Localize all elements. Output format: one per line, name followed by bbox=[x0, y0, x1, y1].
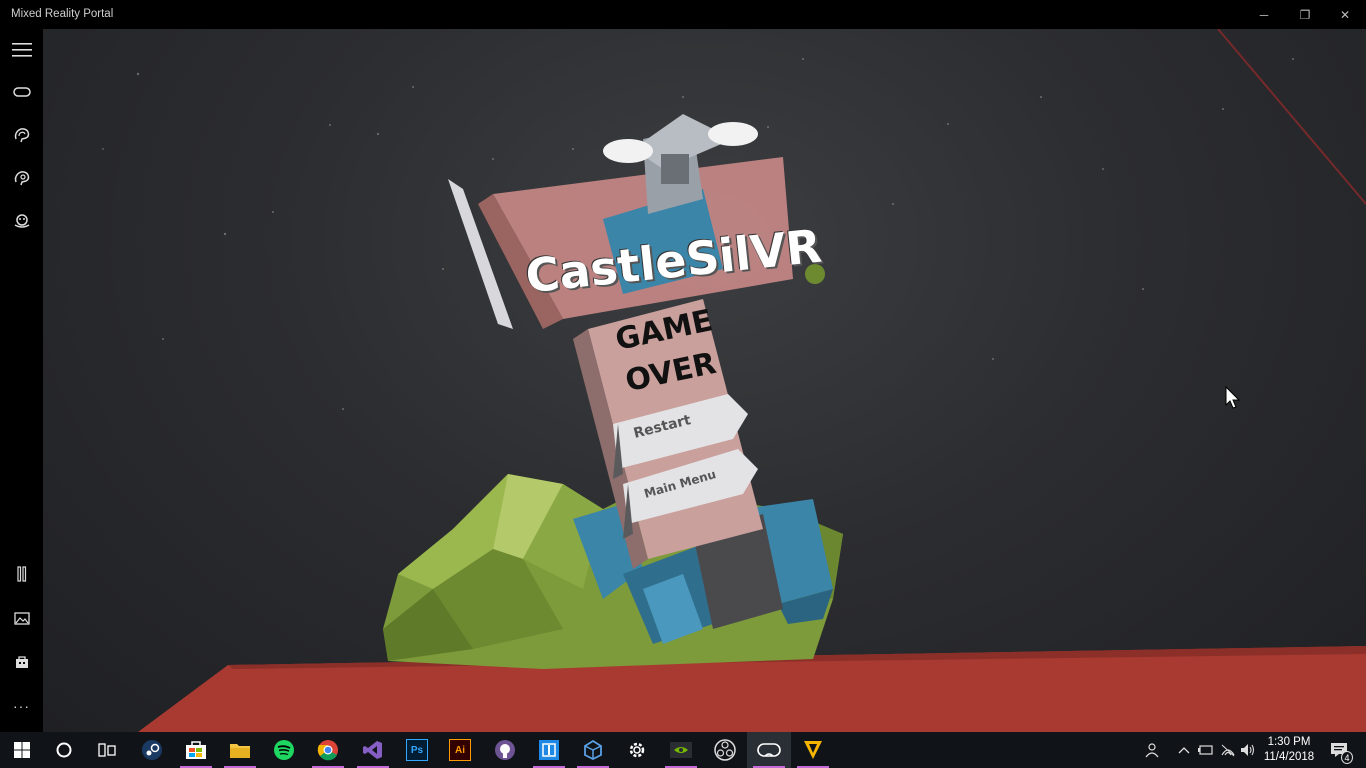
visual-studio-icon[interactable] bbox=[351, 732, 395, 768]
vectorworks-icon[interactable] bbox=[791, 732, 835, 768]
photos-icon[interactable] bbox=[0, 600, 43, 636]
cortana-icon[interactable] bbox=[42, 732, 86, 768]
obs-icon[interactable] bbox=[703, 732, 747, 768]
mixed-reality-view[interactable]: CastleSilVR GAME OVER Restart Main Menu bbox=[43, 29, 1366, 732]
notification-count-badge: 4 bbox=[1341, 751, 1353, 764]
network-icon[interactable] bbox=[1218, 732, 1238, 768]
microsoft-store-icon[interactable] bbox=[174, 732, 218, 768]
illustrator-icon[interactable]: Ai bbox=[438, 732, 482, 768]
more-icon[interactable]: ··· bbox=[0, 688, 43, 724]
clock-time: 1:30 PM bbox=[1267, 736, 1311, 748]
unity-icon[interactable] bbox=[571, 732, 615, 768]
action-center-icon[interactable]: 4 bbox=[1325, 732, 1353, 768]
headset-icon[interactable] bbox=[0, 74, 43, 110]
github-icon[interactable] bbox=[483, 732, 527, 768]
spotify-icon[interactable] bbox=[262, 732, 306, 768]
close-button[interactable]: ✕ bbox=[1322, 0, 1366, 29]
tools-icon[interactable] bbox=[0, 556, 43, 592]
show-hidden-icons-icon[interactable] bbox=[1174, 732, 1194, 768]
volume-icon[interactable] bbox=[1238, 732, 1258, 768]
task-view-icon[interactable] bbox=[85, 732, 129, 768]
photoshop-icon[interactable]: Ps bbox=[395, 732, 439, 768]
settings-icon[interactable] bbox=[615, 732, 659, 768]
sidebar: ··· bbox=[0, 29, 43, 732]
minimize-button[interactable]: ─ bbox=[1241, 0, 1287, 29]
file-explorer-icon[interactable] bbox=[218, 732, 262, 768]
illustrator-label: Ai bbox=[449, 739, 471, 761]
mixed-reality-portal-taskbar-icon[interactable] bbox=[747, 732, 791, 768]
steam-icon[interactable] bbox=[130, 732, 174, 768]
blue-app-icon[interactable] bbox=[527, 732, 571, 768]
photoshop-label: Ps bbox=[406, 739, 428, 761]
battery-icon[interactable] bbox=[1196, 732, 1216, 768]
taskbar: Ps Ai 1:30 PM 11/4/2018 4 bbox=[0, 732, 1366, 768]
taskbar-clock[interactable]: 1:30 PM 11/4/2018 bbox=[1258, 735, 1320, 765]
start-icon[interactable] bbox=[0, 732, 44, 768]
people-icon[interactable] bbox=[1142, 732, 1164, 768]
nvidia-icon[interactable] bbox=[659, 732, 703, 768]
chrome-icon[interactable] bbox=[306, 732, 350, 768]
broadcast-icon[interactable] bbox=[0, 117, 43, 153]
store-icon[interactable] bbox=[0, 644, 43, 680]
title-bar: Mixed Reality Portal ─ ❐ ✕ bbox=[0, 0, 1366, 29]
menu-icon[interactable] bbox=[0, 32, 43, 68]
clock-date: 11/4/2018 bbox=[1263, 751, 1315, 763]
mixed-reality-icon[interactable] bbox=[0, 203, 43, 239]
mouse-cursor-icon bbox=[1225, 386, 1241, 409]
hearing-icon[interactable] bbox=[0, 160, 43, 196]
window-title: Mixed Reality Portal bbox=[11, 8, 114, 20]
